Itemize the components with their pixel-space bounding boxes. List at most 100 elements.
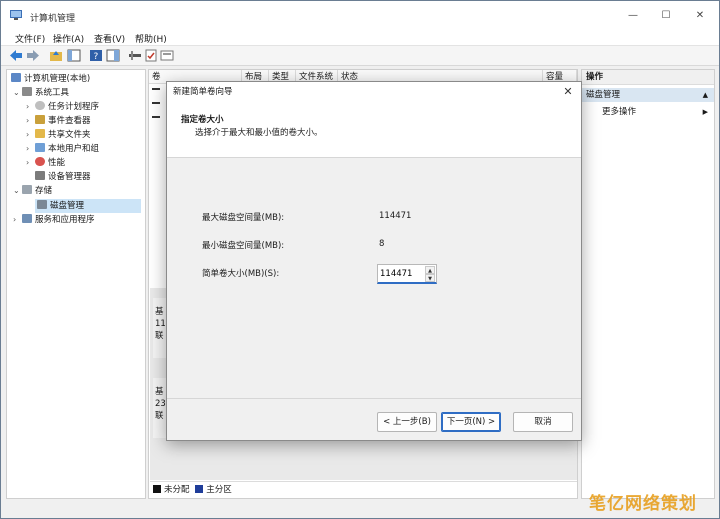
volume-size-label: 简单卷大小(MB)(S): — [202, 269, 280, 279]
shared-folder-icon — [35, 129, 45, 138]
menu-action[interactable]: 操作(A) — [53, 32, 84, 45]
action-label: 磁盘管理 — [586, 90, 621, 100]
navigation-tree: 计算机管理(本地) ⌄ 系统工具 › 任务计划程序 › 事件查看器 › 共享文件夹 › 本… — [6, 69, 146, 499]
tree-item-shared-folders[interactable]: › 共享文件夹 — [26, 128, 91, 142]
action-label: 更多操作 — [602, 107, 637, 117]
tree-item-label: 系统工具 — [35, 88, 70, 98]
menu-file[interactable]: 文件(F) — [15, 32, 45, 45]
dialog-close-icon[interactable]: ✕ — [561, 85, 575, 99]
disk-icon — [37, 200, 47, 209]
dialog-subheading: 选择介于最大和最小值的卷大小。 — [195, 128, 323, 138]
storage-icon — [22, 185, 32, 194]
min-space-value: 8 — [379, 239, 385, 249]
help-icon[interactable]: ? — [89, 49, 103, 62]
menu-bar: 文件(F) 操作(A) 查看(V) 帮助(H) — [1, 29, 719, 46]
actions-header: 操作 — [582, 70, 714, 85]
close-button[interactable]: ✕ — [685, 7, 715, 25]
dialog-separator — [167, 398, 581, 399]
users-icon — [35, 143, 45, 152]
tree-item-label: 本地用户和组 — [48, 144, 100, 154]
tree-item-label: 性能 — [48, 158, 66, 168]
tree-item-label: 任务计划程序 — [48, 102, 100, 112]
back-button[interactable]: < 上一步(B) — [377, 412, 437, 432]
window-title: 计算机管理 — [30, 14, 76, 24]
chevron-down-icon[interactable]: ⌄ — [13, 184, 22, 198]
tree-item-device-manager[interactable]: 设备管理器 — [35, 170, 91, 184]
dialog-title-bar: 新建简单卷向导 — [167, 82, 581, 102]
computer-management-window: 计算机管理 — ☐ ✕ 文件(F) 操作(A) 查看(V) 帮助(H) ? 计算… — [0, 0, 720, 519]
chevron-right-icon[interactable]: › — [26, 114, 35, 128]
minimize-button[interactable]: — — [618, 7, 648, 25]
computer-icon — [11, 73, 21, 82]
watermark-text: 笔亿网络策划 — [589, 494, 697, 514]
chevron-right-icon[interactable]: › — [26, 142, 35, 156]
computer-management-icon — [10, 10, 22, 20]
max-space-value: 114471 — [379, 211, 412, 221]
check-document-icon[interactable] — [144, 49, 158, 62]
stepper-buttons: ▲ ▼ — [425, 266, 435, 282]
clock-icon — [35, 101, 45, 110]
title-bar: 计算机管理 — ☐ ✕ — [1, 1, 719, 29]
tree-item-system-tools[interactable]: ⌄ 系统工具 — [13, 86, 69, 100]
volume-size-stepper[interactable]: ▲ ▼ — [377, 264, 437, 284]
services-icon — [22, 214, 32, 223]
maximize-button[interactable]: ☐ — [651, 7, 681, 25]
collapse-arrow-icon[interactable]: ▲ — [703, 88, 708, 102]
chevron-right-icon[interactable]: › — [26, 128, 35, 142]
performance-icon — [35, 157, 45, 166]
tree-item-storage[interactable]: ⌄ 存储 — [13, 184, 52, 198]
chevron-right-icon[interactable]: › — [13, 213, 22, 227]
chevron-down-icon[interactable]: ⌄ — [13, 86, 22, 100]
console-window-icon[interactable] — [160, 49, 174, 62]
stepper-up-icon[interactable]: ▲ — [425, 266, 435, 274]
dialog-title: 新建简单卷向导 — [173, 87, 233, 97]
volume-row-marker — [152, 102, 160, 104]
connect-icon[interactable] — [128, 49, 142, 62]
tree-item-disk-management[interactable]: 磁盘管理 — [35, 199, 141, 213]
tree-item-label: 事件查看器 — [48, 116, 91, 126]
tree-item-label: 服务和应用程序 — [35, 215, 95, 225]
action-disk-management[interactable]: 磁盘管理 ▲ — [582, 88, 714, 102]
tree-item-task-scheduler[interactable]: › 任务计划程序 — [26, 100, 99, 114]
stepper-down-icon[interactable]: ▼ — [425, 274, 435, 282]
tree-item-label: 计算机管理(本地) — [24, 74, 91, 84]
tree-item-label: 共享文件夹 — [48, 130, 91, 140]
chevron-right-icon[interactable]: › — [26, 100, 35, 114]
tree-item-root[interactable]: 计算机管理(本地) — [11, 72, 90, 86]
tree-item-label: 存储 — [35, 186, 53, 196]
device-icon — [35, 171, 45, 180]
volume-row-marker — [152, 88, 160, 90]
menu-help[interactable]: 帮助(H) — [135, 32, 167, 45]
tree-item-local-users[interactable]: › 本地用户和组 — [26, 142, 99, 156]
dialog-heading: 指定卷大小 — [181, 115, 224, 125]
properties-pane-icon[interactable] — [106, 49, 120, 62]
next-button[interactable]: 下一页(N) > — [441, 412, 501, 432]
max-space-label: 最大磁盘空间量(MB): — [202, 213, 285, 223]
tree-item-label: 设备管理器 — [48, 172, 91, 182]
legend-unallocated: 未分配 — [164, 485, 190, 495]
unallocated-swatch — [153, 485, 161, 493]
volume-size-input[interactable] — [380, 267, 424, 281]
new-simple-volume-wizard: 新建简单卷向导 ✕ 指定卷大小 选择介于最大和最小值的卷大小。 最大磁盘空间量(… — [166, 81, 582, 441]
tree-item-services-apps[interactable]: › 服务和应用程序 — [13, 213, 95, 227]
chevron-right-icon[interactable]: › — [26, 156, 35, 170]
disk-legend: 未分配 主分区 — [150, 481, 577, 497]
tools-icon — [22, 87, 32, 96]
actions-pane: 操作 磁盘管理 ▲ 更多操作 ▶ — [581, 69, 715, 499]
legend-primary: 主分区 — [206, 485, 232, 495]
tree-item-label: 磁盘管理 — [50, 201, 85, 211]
up-folder-icon[interactable] — [49, 49, 63, 62]
tree-item-performance[interactable]: › 性能 — [26, 156, 65, 170]
svg-text:?: ? — [94, 52, 99, 62]
toolbar: ? — [1, 46, 719, 66]
show-hide-tree-icon[interactable] — [67, 49, 81, 62]
volume-row-marker — [152, 116, 160, 118]
primary-swatch — [195, 485, 204, 493]
forward-arrow-icon[interactable] — [26, 49, 40, 62]
cancel-button[interactable]: 取消 — [513, 412, 573, 432]
back-arrow-icon[interactable] — [9, 49, 23, 62]
tree-item-event-viewer[interactable]: › 事件查看器 — [26, 114, 91, 128]
action-more-actions[interactable]: 更多操作 ▶ — [582, 105, 714, 119]
menu-view[interactable]: 查看(V) — [94, 32, 125, 45]
min-space-label: 最小磁盘空间量(MB): — [202, 241, 285, 251]
